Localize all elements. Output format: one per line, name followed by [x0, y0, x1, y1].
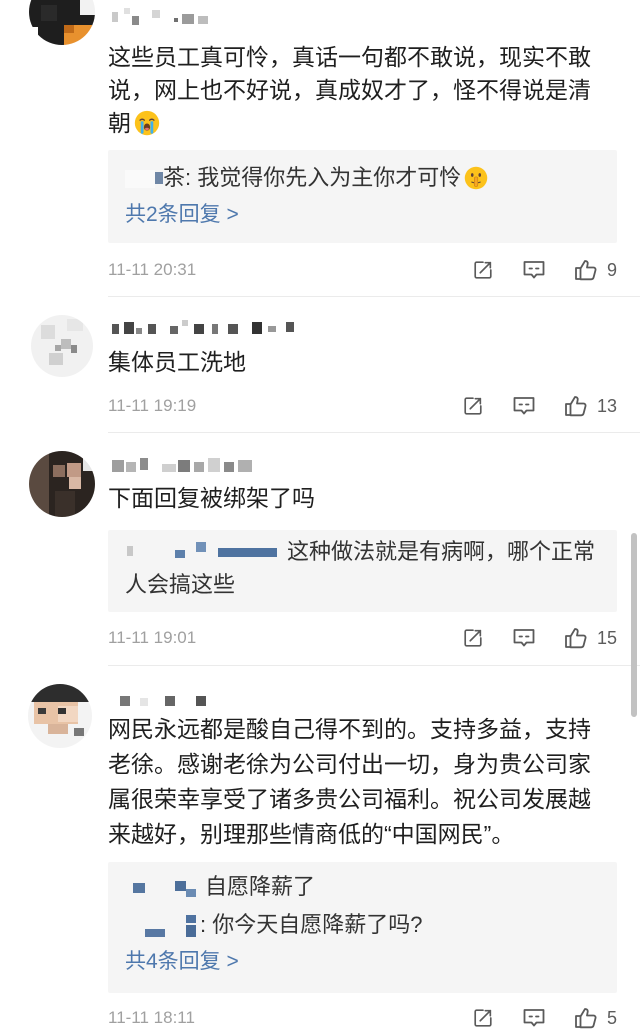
share-icon [474, 261, 492, 279]
reply-button[interactable] [522, 1007, 546, 1029]
reply-button[interactable] [512, 627, 536, 649]
comment-item: 集体员工洗地 11-11 19:19 13 [0, 297, 640, 433]
reply-line: 自愿降薪了 [125, 870, 600, 904]
username-mosaic[interactable] [112, 320, 302, 336]
comment-body: 网民永远都是酸自己得不到的。支持多益，支持老徐。感谢老徐为公司付出一切，身为贵公… [108, 712, 608, 852]
reply-line: 茶: 我觉得你先入为主你才可怜 [125, 162, 600, 194]
view-more-replies-link[interactable]: 共2条回复 > [125, 199, 239, 231]
like-count: 15 [596, 628, 617, 648]
reply-username-mosaic[interactable] [125, 168, 163, 190]
comment-icon [513, 397, 535, 415]
comment-text: 这些员工真可怜，真话一句都不敢说，现实不敢说，网上也不好说，真成奴才了，怪不得说… [108, 44, 591, 136]
thumbs-up-icon [575, 260, 597, 281]
comment-body: 下面回复被绑架了吗 [108, 482, 608, 515]
share-button[interactable] [472, 1007, 494, 1029]
user-avatar[interactable] [31, 315, 93, 377]
reply-line: : 你今天自愿降薪了吗? [125, 908, 600, 942]
username-mosaic[interactable] [112, 454, 262, 472]
comment-item: 网民永远都是酸自己得不到的。支持多益，支持老徐。感谢老徐为公司付出一切，身为贵公… [0, 666, 640, 1033]
reply-preview-box[interactable]: 这种做法就是有病啊，哪个正常人会搞这些 [108, 530, 617, 612]
share-button[interactable] [472, 259, 494, 281]
user-avatar[interactable] [29, 0, 95, 45]
reply-username-mosaic[interactable] [125, 915, 200, 937]
share-icon [474, 1009, 492, 1027]
comment-list-page: 这些员工真可怜，真话一句都不敢说，现实不敢说，网上也不好说，真成奴才了，怪不得说… [0, 0, 640, 1033]
reply-preview-box[interactable]: 茶: 我觉得你先入为主你才可怜 共2条回复 > [108, 150, 617, 243]
reply-preview-box[interactable]: 自愿降薪了 : 你今天自愿降薪了吗? 共4条回复 > [108, 862, 617, 993]
like-count: 13 [596, 396, 617, 416]
like-count: 9 [606, 260, 617, 280]
view-more-replies-link[interactable]: 共4条回复 > [125, 946, 239, 978]
reply-text: 茶: 我觉得你先入为主你才可怜 [163, 165, 462, 190]
like-button[interactable]: 15 [563, 626, 617, 650]
comment-icon [523, 1009, 545, 1027]
reply-username-mosaic[interactable] [125, 542, 287, 564]
reply-button[interactable] [522, 259, 546, 281]
comment-item: 下面回复被绑架了吗 这种做法就是有病啊，哪个正常人会搞这些 11-11 19:0… [0, 433, 640, 666]
thumbs-up-icon [565, 628, 587, 649]
user-avatar[interactable] [28, 684, 92, 748]
share-button[interactable] [462, 395, 484, 417]
comment-text: 下面回复被绑架了吗 [108, 485, 315, 511]
like-button[interactable]: 9 [573, 258, 617, 282]
comment-timestamp: 11-11 20:31 [108, 260, 197, 279]
share-icon [464, 397, 482, 415]
shushing-face-icon [464, 166, 488, 190]
comment-timestamp: 11-11 19:19 [108, 396, 197, 415]
comment-text: 网民永远都是酸自己得不到的。支持多益，支持老徐。感谢老徐为公司付出一切，身为贵公… [108, 716, 591, 847]
user-avatar[interactable] [29, 451, 95, 517]
comment-actions: 13 [462, 391, 617, 421]
username-mosaic[interactable] [112, 8, 212, 28]
comment-item: 这些员工真可怜，真话一句都不敢说，现实不敢说，网上也不好说，真成奴才了，怪不得说… [0, 0, 640, 297]
share-icon [464, 629, 482, 647]
comment-actions: 15 [462, 623, 617, 653]
like-button[interactable]: 5 [573, 1006, 617, 1030]
comment-body: 这些员工真可怜，真话一句都不敢说，现实不敢说，网上也不好说，真成奴才了，怪不得说… [108, 41, 608, 140]
comment-body: 集体员工洗地 [108, 346, 608, 379]
username-mosaic[interactable] [118, 694, 213, 708]
reply-button[interactable] [512, 395, 536, 417]
thumbs-up-icon [575, 1008, 597, 1029]
comment-actions: 9 [472, 255, 617, 285]
reply-line: 这种做法就是有病啊，哪个正常人会搞这些 [125, 535, 600, 601]
comment-icon [523, 261, 545, 279]
comment-timestamp: 11-11 19:01 [108, 628, 197, 647]
comment-actions: 5 [472, 1003, 617, 1033]
comment-text: 集体员工洗地 [108, 349, 246, 375]
reply-username-mosaic[interactable] [125, 877, 205, 899]
thumbs-up-icon [565, 396, 587, 417]
scrollbar-thumb[interactable] [631, 533, 637, 717]
like-count: 5 [606, 1008, 617, 1028]
reply-text: 自愿降薪了 [205, 874, 316, 899]
loudly-crying-face-icon [134, 110, 160, 136]
like-button[interactable]: 13 [563, 394, 617, 418]
comment-timestamp: 11-11 18:11 [108, 1008, 195, 1027]
reply-text: : 你今天自愿降薪了吗? [200, 912, 423, 937]
comment-icon [513, 629, 535, 647]
share-button[interactable] [462, 627, 484, 649]
